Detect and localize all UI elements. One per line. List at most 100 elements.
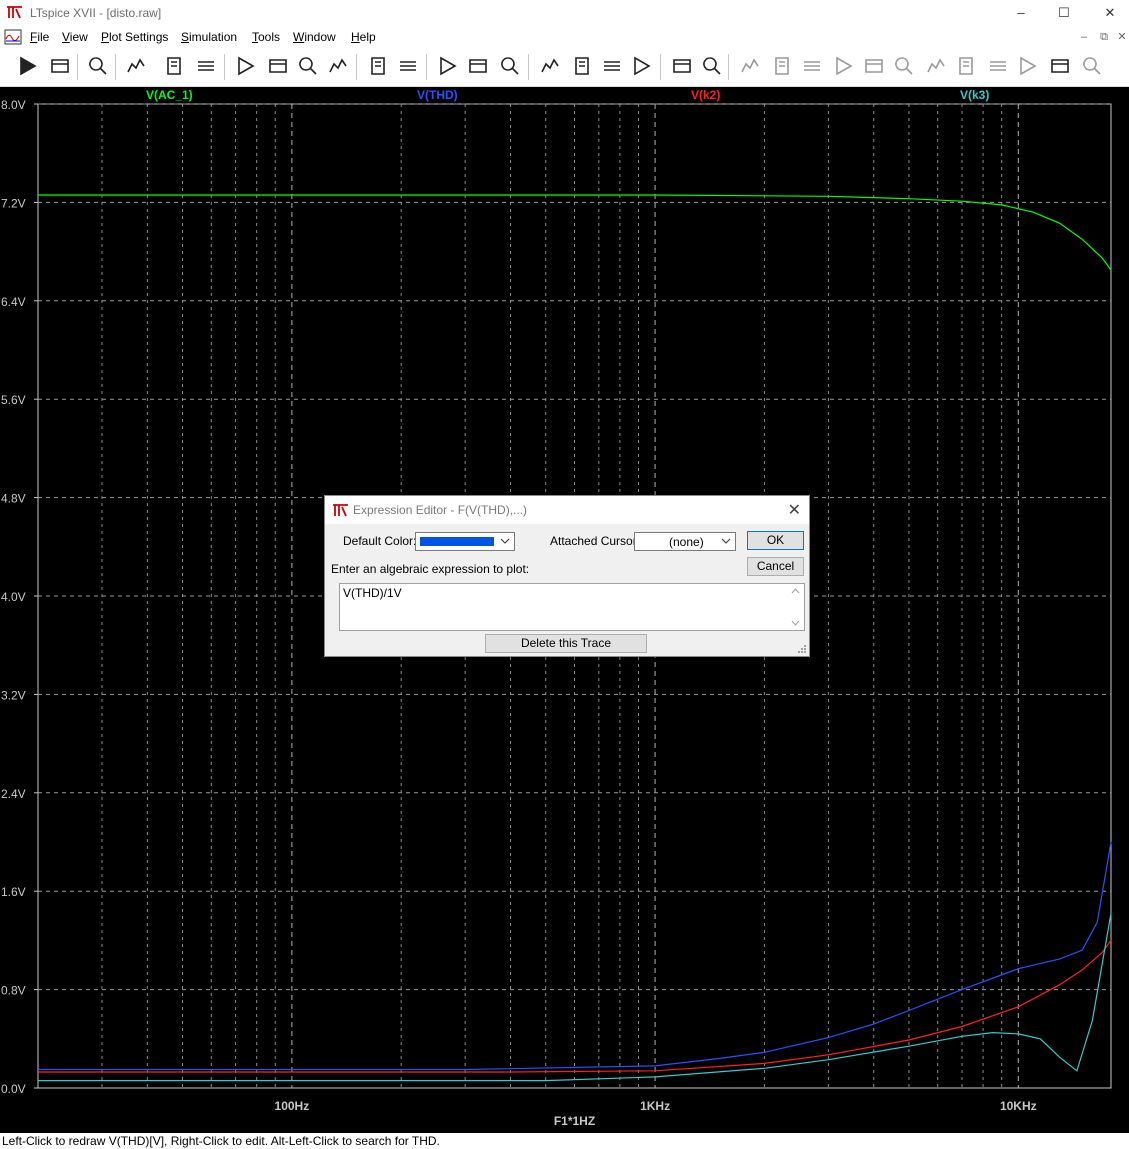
expression-prompt: Enter an algebraic expression to plot: (331, 562, 530, 576)
zoom-full-icon[interactable] (266, 54, 290, 78)
delete-trace-button[interactable]: Delete this Trace (485, 634, 647, 653)
trace-label-ac1[interactable]: V(AC_1) (146, 88, 193, 102)
zoom-in-icon[interactable] (234, 54, 258, 78)
y-tick-label: 3.2V (1, 688, 26, 702)
status-bar: Left-Click to redraw V(THD)[V], Right-Cl… (0, 1133, 1129, 1149)
attached-cursor-combo[interactable]: (none) (634, 532, 736, 551)
control-panel-icon[interactable] (124, 54, 148, 78)
attached-cursor-label: Attached Cursor: (550, 534, 641, 548)
y-tick-label: 4.8V (1, 492, 26, 506)
menu-file[interactable]: File (30, 30, 49, 44)
capacitor-icon[interactable] (862, 54, 886, 78)
label-icon[interactable] (800, 54, 824, 78)
expression-editor-dialog: Expression Editor - F(V(THD),...) ✕ Defa… (324, 495, 810, 657)
y-tick-label: 1.6V (1, 885, 26, 899)
textarea-scrollbar[interactable] (787, 584, 804, 630)
save-icon[interactable] (86, 54, 110, 78)
expression-input[interactable]: V(THD)/1V (339, 583, 805, 631)
new-plot-pane-icon[interactable] (396, 54, 420, 78)
close-button[interactable]: ✕ (1087, 0, 1129, 26)
trace-label-thd[interactable]: V(THD) (417, 88, 458, 102)
menu-simulation[interactable]: Simulation (181, 30, 237, 44)
inductor-icon[interactable] (892, 54, 916, 78)
component-icon[interactable] (954, 54, 978, 78)
color-swatch (420, 537, 494, 546)
y-tick-label: 7.2V (1, 196, 26, 210)
trace-label-k3[interactable]: V(k3) (960, 88, 989, 102)
x-axis-label: F1*1HZ (554, 1114, 595, 1128)
diode-icon[interactable] (924, 54, 948, 78)
find-icon[interactable] (630, 54, 654, 78)
resistor-icon[interactable] (832, 54, 856, 78)
dialog-title-bar[interactable]: Expression Editor - F(V(THD),...) ✕ (325, 496, 809, 524)
ltspice-app-icon[interactable] (6, 4, 23, 20)
expression-value: V(THD)/1V (343, 586, 402, 600)
y-tick-label: 4.0V (1, 590, 26, 604)
cancel-button[interactable]: Cancel (747, 557, 804, 576)
x-tick-label: 10KHz (1000, 1099, 1037, 1113)
toolbar-separator (728, 54, 729, 80)
toolbar-separator (356, 54, 357, 80)
cut-icon[interactable] (538, 54, 562, 78)
menu-window[interactable]: Window (293, 30, 336, 44)
menu-bar: File View Plot Settings Simulation Tools… (0, 26, 1129, 48)
probe-icon[interactable] (162, 54, 186, 78)
x-tick-label: 100Hz (275, 1099, 310, 1113)
menu-tools[interactable]: Tools (252, 30, 280, 44)
waveform-document-icon[interactable] (4, 29, 22, 45)
default-color-combo[interactable] (415, 532, 515, 551)
menu-view[interactable]: View (62, 30, 88, 44)
attached-cursor-value: (none) (669, 535, 704, 549)
wire-icon[interactable] (738, 54, 762, 78)
y-tick-label: 0.8V (1, 984, 26, 998)
zoom-out-icon[interactable] (296, 54, 320, 78)
print-icon[interactable] (700, 54, 724, 78)
print-preview-icon[interactable] (670, 54, 694, 78)
undo-icon[interactable] (1048, 54, 1072, 78)
toolbar (0, 48, 1129, 87)
ground-icon[interactable] (770, 54, 794, 78)
mdi-close-button[interactable]: ✕ (1114, 30, 1129, 44)
title-bar: LTspice XVII - [disto.raw] – ☐ ✕ (0, 0, 1129, 26)
dialog-close-icon[interactable]: ✕ (788, 500, 801, 520)
maximize-button[interactable]: ☐ (1041, 0, 1087, 26)
minimize-button[interactable]: – (998, 0, 1044, 26)
status-text: Left-Click to redraw V(THD)[V], Right-Cl… (2, 1134, 440, 1148)
toolbar-separator (528, 54, 529, 80)
pan-hand-icon[interactable] (194, 54, 218, 78)
menu-plot-settings[interactable]: Plot Settings (101, 30, 168, 44)
tile-vertical-icon[interactable] (498, 54, 522, 78)
y-tick-label: 0.0V (1, 1082, 26, 1096)
redo-icon[interactable] (1080, 54, 1104, 78)
mdi-restore-button[interactable]: ⧉ (1096, 30, 1112, 44)
tile-horizontal-icon[interactable] (436, 54, 460, 78)
y-tick-label: 6.4V (1, 295, 26, 309)
drag-icon[interactable] (1016, 54, 1040, 78)
scroll-arrows-icon (791, 588, 800, 626)
toolbar-separator (77, 54, 78, 80)
move-icon[interactable] (986, 54, 1010, 78)
mdi-minimize-button[interactable]: – (1076, 30, 1092, 44)
chevron-down-icon (500, 538, 510, 544)
y-tick-label: 8.0V (1, 98, 26, 112)
run-icon[interactable] (16, 54, 40, 78)
y-tick-label: 5.6V (1, 393, 26, 407)
cascade-icon[interactable] (466, 54, 490, 78)
resize-grip-icon[interactable] (797, 644, 807, 654)
ok-button[interactable]: OK (747, 531, 804, 550)
chevron-down-icon (721, 538, 731, 544)
paste-icon[interactable] (600, 54, 624, 78)
x-tick-label: 1KHz (640, 1099, 670, 1113)
copy-icon[interactable] (570, 54, 594, 78)
toolbar-separator (660, 54, 661, 80)
window-title: LTspice XVII - [disto.raw] (30, 6, 162, 20)
default-color-label: Default Color: (343, 534, 417, 548)
zoom-cancel-icon[interactable] (326, 54, 350, 78)
autorange-icon[interactable] (366, 54, 390, 78)
y-tick-label: 2.4V (1, 787, 26, 801)
ltspice-app-icon (333, 504, 348, 517)
trace-label-k2[interactable]: V(k2) (691, 88, 720, 102)
open-folder-icon[interactable] (48, 54, 72, 78)
dialog-title: Expression Editor - F(V(THD),...) (353, 503, 528, 517)
menu-help[interactable]: Help (351, 30, 376, 44)
